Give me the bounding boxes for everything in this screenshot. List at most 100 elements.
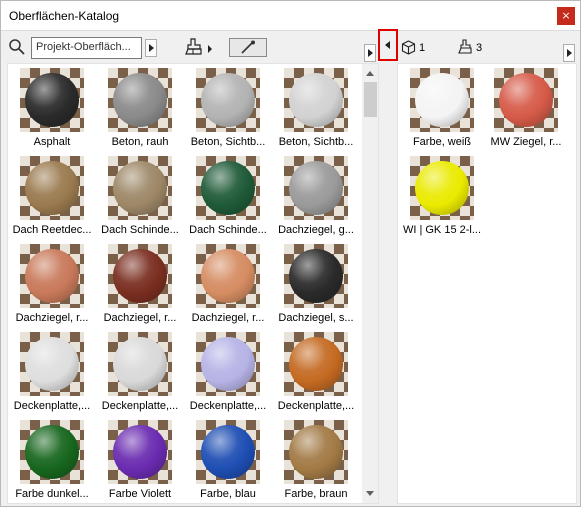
surface-preview-image	[20, 156, 84, 220]
material-sphere	[289, 73, 343, 127]
surface-tile[interactable]: Farbe, braun	[272, 420, 360, 503]
surface-preview-image	[284, 156, 348, 220]
surface-label: Deckenplatte,...	[189, 400, 267, 412]
surface-preview-image	[196, 68, 260, 132]
surface-tile[interactable]: Dachziegel, r...	[96, 244, 184, 330]
brush-count-label: 3	[476, 42, 483, 54]
surface-tile[interactable]: Farbe, blau	[184, 420, 272, 503]
surface-preview-image	[410, 156, 474, 220]
surface-tile[interactable]: Dach Schinde...	[184, 156, 272, 242]
surface-tile[interactable]: Deckenplatte,...	[184, 332, 272, 418]
surface-label: Dachziegel, r...	[15, 312, 89, 324]
surface-tile[interactable]: Deckenplatte,...	[96, 332, 184, 418]
surface-label: Dachziegel, r...	[103, 312, 177, 324]
material-sphere	[289, 161, 343, 215]
surface-label: Dachziegel, r...	[191, 312, 265, 324]
surface-tile[interactable]: Dachziegel, g...	[272, 156, 360, 242]
surface-label: Beton, rauh	[111, 136, 169, 148]
surface-preview-image	[284, 332, 348, 396]
catalog-scrollbar[interactable]	[362, 64, 378, 503]
brush-icon	[458, 39, 472, 54]
material-sphere	[25, 425, 79, 479]
surface-count-label: 1	[419, 42, 426, 54]
surface-preview-image	[494, 68, 558, 132]
surface-preview-image	[196, 156, 260, 220]
material-sphere	[25, 73, 79, 127]
surface-preview-image	[108, 332, 172, 396]
material-sphere	[25, 249, 79, 303]
surface-preview-image	[410, 68, 474, 132]
material-sphere	[113, 73, 167, 127]
search-icon[interactable]	[8, 38, 26, 56]
surface-label: Dach Schinde...	[189, 224, 267, 236]
surface-label: Dach Reetdec...	[12, 224, 92, 236]
material-sphere	[289, 425, 343, 479]
right-panel-expand-button[interactable]	[563, 44, 575, 62]
surface-catalog-window: Oberflächen-Katalog × Projekt-Oberfläch.…	[0, 0, 581, 507]
surface-tile[interactable]: Dach Reetdec...	[8, 156, 96, 242]
brush-menu-arrow-icon[interactable]	[208, 45, 212, 53]
surface-preview-image	[20, 244, 84, 308]
surface-preview-image	[196, 332, 260, 396]
surface-tile[interactable]: Beton, rauh	[96, 68, 184, 154]
material-sphere	[289, 337, 343, 391]
surface-preview-image	[20, 332, 84, 396]
surface-label: MW Ziegel, r...	[490, 136, 562, 148]
eyedropper-icon	[241, 40, 255, 54]
eyedropper-button[interactable]	[229, 38, 267, 57]
window-title: Oberflächen-Katalog	[9, 9, 120, 23]
title-bar: Oberflächen-Katalog ×	[1, 1, 580, 31]
surface-tile[interactable]: Dachziegel, r...	[184, 244, 272, 330]
surface-tile[interactable]: Farbe, weiß	[398, 68, 486, 154]
surface-label: Deckenplatte,...	[13, 400, 91, 412]
surface-tile[interactable]: Deckenplatte,...	[8, 332, 96, 418]
surface-tile[interactable]: Farbe Violett	[96, 420, 184, 503]
surface-label: WI | GK 15 2-l...	[402, 224, 482, 236]
cube-icon	[401, 40, 416, 55]
surface-tile[interactable]: WI | GK 15 2-l...	[398, 156, 486, 242]
surface-preview-image	[108, 420, 172, 484]
surface-label: Farbe, blau	[200, 488, 256, 500]
close-button[interactable]: ×	[557, 7, 575, 25]
surface-label: Dachziegel, s...	[278, 312, 354, 324]
material-sphere	[415, 73, 469, 127]
surface-label: Farbe Violett	[108, 488, 172, 500]
scroll-up-arrow-icon[interactable]	[366, 71, 374, 76]
material-sphere	[201, 73, 255, 127]
panel-collapse-toggle[interactable]	[378, 29, 398, 61]
surface-tile[interactable]: Asphalt	[8, 68, 96, 154]
material-sphere	[201, 337, 255, 391]
material-sphere	[113, 337, 167, 391]
left-panel-expand-button[interactable]	[364, 44, 376, 62]
surface-label: Beton, Sichtb...	[278, 136, 354, 148]
material-sphere	[289, 249, 343, 303]
surface-tile[interactable]: Beton, Sichtb...	[272, 68, 360, 154]
material-sphere	[499, 73, 553, 127]
search-dropdown-button[interactable]	[145, 39, 157, 57]
project-surfaces-panel: Farbe, weiß MW Ziegel, r... WI | GK 15 2-l…	[397, 63, 577, 504]
scroll-down-arrow-icon[interactable]	[366, 491, 374, 496]
surface-tile[interactable]: Deckenplatte,...	[272, 332, 360, 418]
surface-tile[interactable]: Dach Schinde...	[96, 156, 184, 242]
surface-preview-image	[284, 244, 348, 308]
surface-tile[interactable]: Farbe dunkel...	[8, 420, 96, 503]
material-sphere	[25, 337, 79, 391]
surface-tile[interactable]: MW Ziegel, r...	[482, 68, 570, 154]
surface-label: Deckenplatte,...	[277, 400, 355, 412]
surface-tile[interactable]: Beton, Sichtb...	[184, 68, 272, 154]
surface-preview-image	[108, 244, 172, 308]
surface-tile[interactable]: Dachziegel, r...	[8, 244, 96, 330]
surface-label: Deckenplatte,...	[101, 400, 179, 412]
material-sphere	[25, 161, 79, 215]
surface-preview-image	[196, 420, 260, 484]
surface-label: Farbe, weiß	[412, 136, 472, 148]
surface-preview-image	[108, 68, 172, 132]
surface-preview-image	[108, 156, 172, 220]
surface-label: Dachziegel, g...	[278, 224, 354, 236]
surface-tile[interactable]: Dachziegel, s...	[272, 244, 360, 330]
scroll-thumb[interactable]	[364, 82, 377, 117]
material-sphere	[201, 249, 255, 303]
paint-brush-icon[interactable]	[183, 37, 205, 57]
search-input[interactable]: Projekt-Oberfläch...	[31, 37, 142, 59]
surface-label: Dach Schinde...	[101, 224, 179, 236]
